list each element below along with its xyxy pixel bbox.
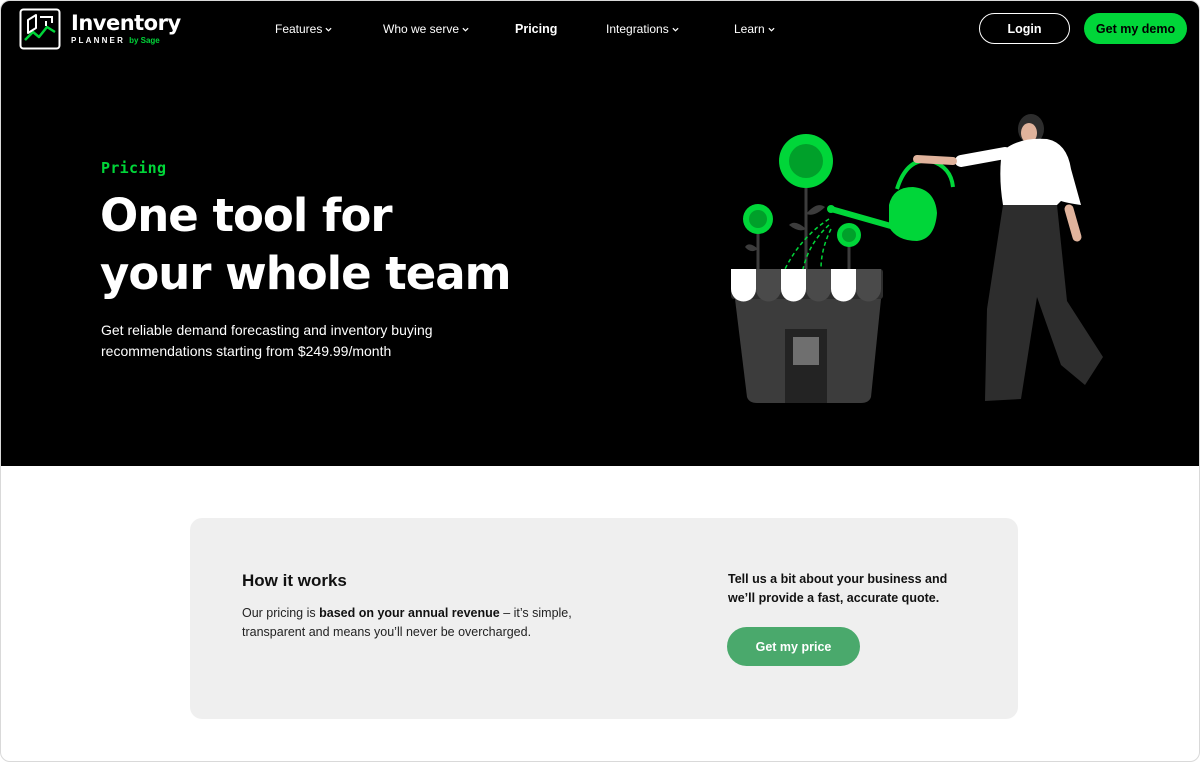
chevron-down-icon <box>325 27 332 32</box>
hero-illustration <box>731 114 1103 403</box>
login-button[interactable]: Login <box>979 13 1070 44</box>
nav-item-pricing[interactable]: Pricing <box>515 20 557 38</box>
logo-by-sage: by Sage <box>129 36 160 45</box>
logo[interactable]: Inventory PLANNER by Sage <box>19 8 181 50</box>
chevron-down-icon <box>462 27 469 32</box>
how-it-works-body: Our pricing is based on your annual reve… <box>242 604 622 642</box>
logo-sub: PLANNER by Sage <box>71 37 181 45</box>
pot-window <box>793 337 819 365</box>
inventory-planner-logo-icon <box>19 8 61 50</box>
page: Inventory PLANNER by Sage Features Who we… <box>0 0 1200 762</box>
nav-item-label: Who we serve <box>383 22 460 36</box>
pot-awning <box>731 269 883 302</box>
how-it-works-card: How it works Our pricing is based on you… <box>190 518 1018 719</box>
nav-item-label: Learn <box>734 22 765 36</box>
body-prefix: Our pricing is <box>242 606 320 620</box>
nav-item-label: Features <box>275 22 323 36</box>
nav-item-label: Integrations <box>606 22 669 36</box>
hero-title: One tool for your whole team <box>100 187 560 303</box>
logo-text: Inventory PLANNER by Sage <box>71 13 181 45</box>
hero-title-line-2: your whole team <box>100 247 512 300</box>
get-my-price-button[interactable]: Get my price <box>727 627 860 666</box>
flower-big <box>779 134 833 188</box>
person <box>913 114 1103 401</box>
quote-text: Tell us a bit about your business and we… <box>728 570 978 608</box>
how-it-works-title: How it works <box>242 571 347 590</box>
flower-left <box>743 204 773 234</box>
flower-right <box>837 223 861 247</box>
logo-name: Inventory <box>71 11 181 35</box>
chevron-down-icon <box>672 27 679 32</box>
get-demo-button[interactable]: Get my demo <box>1084 13 1187 44</box>
chevron-down-icon <box>768 27 775 32</box>
nav-item-features[interactable]: Features <box>275 20 332 38</box>
nav-item-learn[interactable]: Learn <box>734 20 775 38</box>
logo-planner: PLANNER <box>71 36 126 45</box>
hero-eyebrow: Pricing <box>101 159 167 177</box>
quote-line-2: we’ll provide a fast, accurate quote. <box>728 591 940 605</box>
quote-line-1: Tell us a bit about your business and <box>728 572 948 586</box>
hero-title-line-1: One tool for <box>100 189 393 242</box>
nav-item-integrations[interactable]: Integrations <box>606 20 679 38</box>
hero-section: Inventory PLANNER by Sage Features Who we… <box>1 1 1199 466</box>
hero-subtitle: Get reliable demand forecasting and inve… <box>101 322 433 359</box>
nav-item-label: Pricing <box>515 22 558 36</box>
nav-item-who-we-serve[interactable]: Who we serve <box>383 20 469 38</box>
body-bold: based on your annual revenue <box>319 606 500 620</box>
top-navbar: Inventory PLANNER by Sage Features Who we… <box>1 1 1199 57</box>
